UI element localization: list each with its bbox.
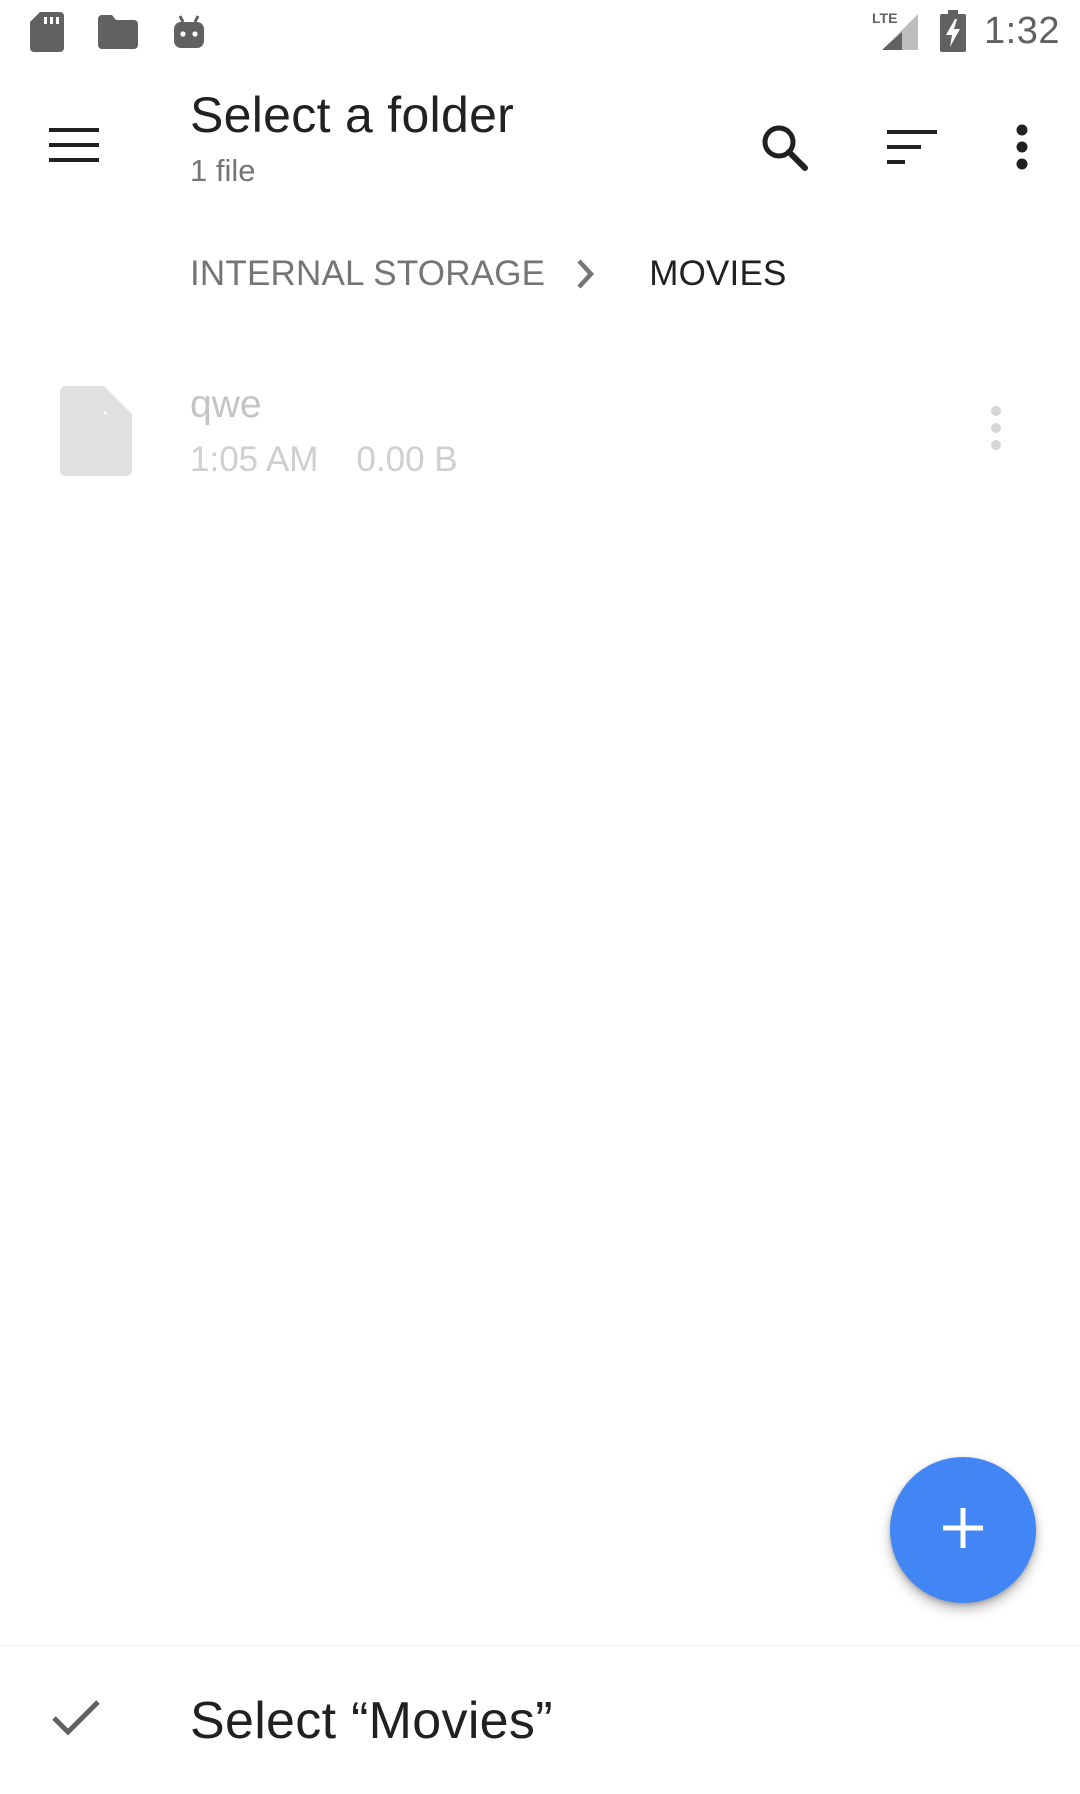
chevron-right-icon bbox=[575, 258, 595, 290]
sd-card-icon bbox=[30, 12, 64, 52]
file-more-button[interactable] bbox=[960, 386, 1032, 474]
check-icon bbox=[44, 1686, 108, 1750]
file-icon bbox=[60, 386, 132, 481]
svg-text:LTE: LTE bbox=[872, 10, 897, 26]
lte-signal-icon: LTE bbox=[872, 10, 922, 52]
sort-icon bbox=[887, 129, 937, 169]
add-fab-button[interactable] bbox=[890, 1457, 1036, 1603]
page-title: Select a folder bbox=[190, 87, 515, 143]
select-folder-label: Select “Movies” bbox=[190, 1692, 553, 1750]
add-icon bbox=[943, 1507, 983, 1553]
file-name: qwe bbox=[190, 383, 262, 426]
select-folder-bar[interactable]: Select “Movies” bbox=[0, 1645, 1080, 1794]
system-status: LTE 1:32 bbox=[872, 6, 1060, 56]
search-icon bbox=[760, 123, 808, 176]
more-options-button[interactable] bbox=[978, 105, 1066, 193]
status-bar: LTE 1:32 bbox=[0, 0, 1080, 63]
breadcrumb-internal-storage[interactable]: INTERNAL STORAGE bbox=[190, 254, 545, 294]
file-meta: 1:05 AM 0.00 B bbox=[190, 438, 458, 482]
more-vert-icon bbox=[1016, 124, 1028, 175]
notification-icons bbox=[30, 10, 206, 54]
app-bar: Select a folder 1 file bbox=[0, 63, 1080, 213]
hamburger-menu-icon bbox=[49, 127, 99, 167]
sort-button[interactable] bbox=[868, 105, 956, 193]
title-block: Select a folder 1 file bbox=[190, 83, 514, 193]
menu-button[interactable] bbox=[30, 103, 118, 191]
search-button[interactable] bbox=[740, 105, 828, 193]
breadcrumb: INTERNAL STORAGE MOVIES bbox=[190, 252, 787, 296]
file-size: 0.00 B bbox=[356, 440, 458, 479]
list-item[interactable]: qwe 1:05 AM 0.00 B bbox=[0, 350, 1080, 510]
battery-charging-icon bbox=[940, 10, 967, 52]
file-time: 1:05 AM bbox=[190, 440, 319, 479]
folder-icon bbox=[98, 15, 138, 49]
breadcrumb-movies[interactable]: MOVIES bbox=[649, 254, 786, 294]
more-vert-icon bbox=[990, 405, 1002, 456]
android-debug-icon bbox=[172, 14, 206, 50]
clock: 1:32 bbox=[984, 9, 1060, 52]
file-picker-screen: LTE 1:32 Select a folder 1 file INTERNAL… bbox=[0, 0, 1080, 1794]
page-subtitle: 1 file bbox=[190, 153, 256, 188]
